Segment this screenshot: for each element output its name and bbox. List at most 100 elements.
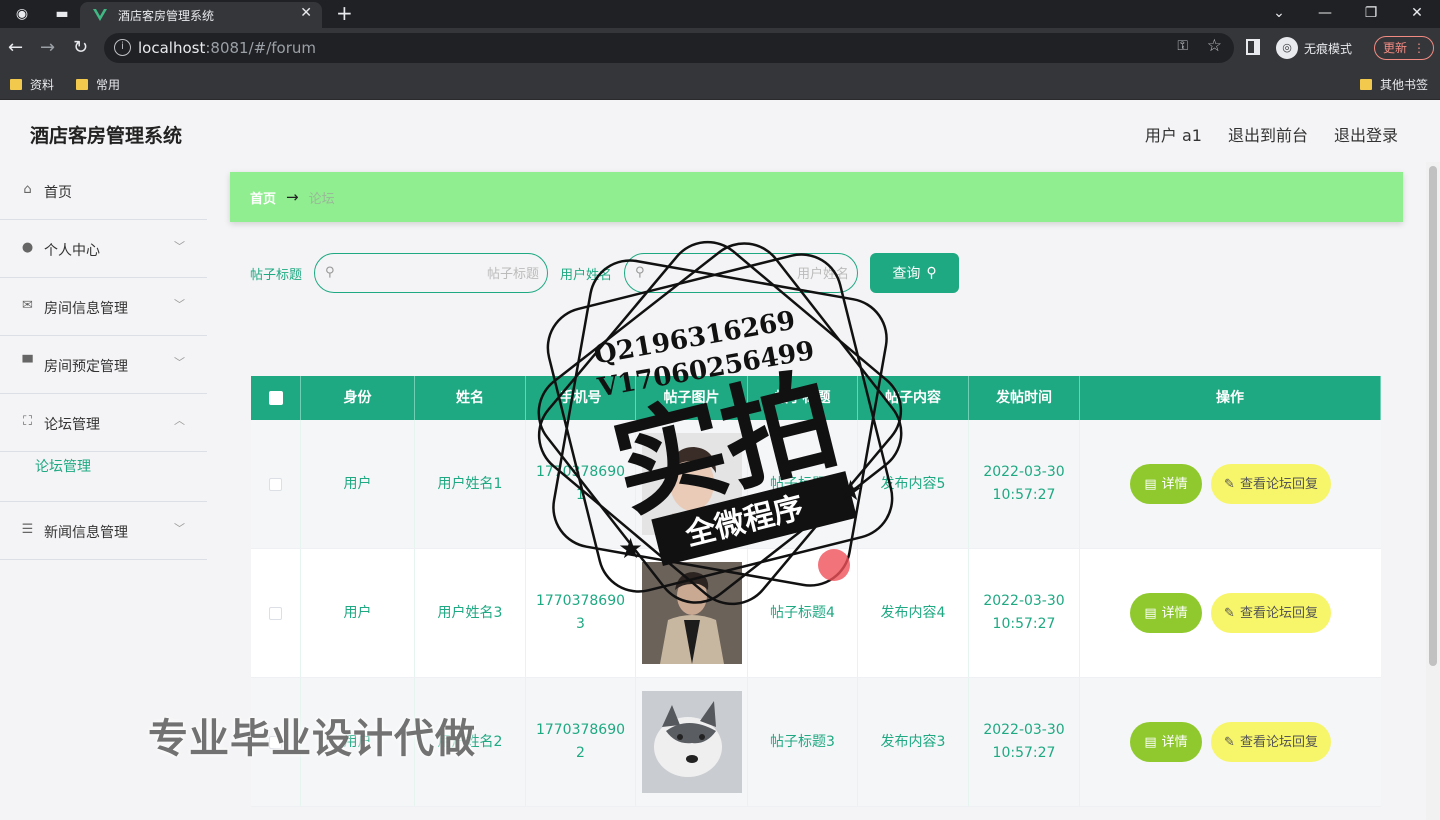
post-photo[interactable] bbox=[641, 691, 742, 793]
breadcrumb-home[interactable]: 首页 bbox=[250, 188, 276, 207]
url-text[interactable]: localhost:8081/#/forum bbox=[138, 39, 316, 57]
key-icon[interactable]: ⚿ bbox=[1177, 38, 1188, 54]
chevron-up-icon: ︿ bbox=[174, 414, 185, 427]
back-to-front-link[interactable]: 退出到前台 bbox=[1228, 122, 1308, 146]
bookmark-folder[interactable]: 常用 bbox=[76, 76, 120, 93]
cell-title: 帖子标题5 bbox=[748, 420, 858, 548]
post-time: 10:57:27 bbox=[992, 616, 1056, 632]
forward-icon[interactable]: → bbox=[40, 37, 55, 58]
cell-title: 帖子标题3 bbox=[748, 678, 858, 806]
logout-link[interactable]: 退出登录 bbox=[1334, 122, 1398, 146]
sidebar-item-label: 论坛管理 bbox=[44, 417, 100, 433]
cell-name: 用户姓名3 bbox=[415, 549, 526, 677]
arrow-right-icon: → bbox=[286, 188, 299, 206]
close-tab-icon[interactable]: ✕ bbox=[300, 5, 312, 21]
folder-icon bbox=[76, 79, 88, 90]
select-all-checkbox[interactable] bbox=[268, 391, 283, 405]
edit-icon: ✎ bbox=[1224, 605, 1235, 621]
cell-image bbox=[636, 420, 748, 548]
chevron-down-icon: ﹀ bbox=[174, 240, 185, 253]
sidebar-item-profile[interactable]: ● 个人中心 ﹀ bbox=[0, 220, 207, 278]
globe-icon[interactable]: ◉ bbox=[12, 4, 32, 24]
breadcrumb: 首页 → 论坛 bbox=[230, 172, 1403, 222]
sidebar-item-label: 新闻信息管理 bbox=[44, 525, 128, 541]
brand-title: 酒店客房管理系统 bbox=[30, 125, 183, 147]
sliders-icon: ☰ bbox=[21, 522, 34, 537]
query-button[interactable]: 查询 ⚲ bbox=[870, 253, 960, 293]
reload-icon[interactable]: ↻ bbox=[73, 37, 88, 58]
document-icon: ▤ bbox=[1144, 605, 1157, 621]
minimize-icon[interactable]: — bbox=[1302, 0, 1348, 28]
sidebar-item-news[interactable]: ☰ 新闻信息管理 ﹀ bbox=[0, 502, 207, 560]
post-photo[interactable] bbox=[641, 433, 742, 535]
detail-button[interactable]: ▤ 详情 bbox=[1130, 464, 1202, 504]
omnibox[interactable]: i localhost:8081/#/forum ⚿ ☆ bbox=[104, 33, 1234, 63]
browser-tab[interactable]: 酒店客房管理系统 ✕ bbox=[80, 2, 322, 28]
post-date: 2022-03-30 bbox=[983, 593, 1065, 609]
back-icon[interactable]: ← bbox=[8, 37, 23, 58]
close-window-icon[interactable]: ✕ bbox=[1394, 0, 1440, 28]
view-reply-button[interactable]: ✎ 查看论坛回复 bbox=[1211, 593, 1331, 633]
message-icon: ✉ bbox=[22, 298, 33, 313]
vue-icon bbox=[93, 9, 107, 21]
tab-search-icon[interactable]: ▬ bbox=[52, 4, 72, 24]
incognito-indicator[interactable]: ◎ 无痕模式 bbox=[1276, 37, 1352, 59]
bookmark-folder[interactable]: 资料 bbox=[10, 76, 54, 93]
cell-image bbox=[636, 678, 748, 806]
search-icon: ⚲ bbox=[635, 265, 645, 280]
sidebar-item-forum[interactable]: ⛶ 论坛管理 ︿ bbox=[0, 394, 207, 452]
row-checkbox[interactable] bbox=[269, 606, 282, 620]
header-links: 用户 a1 退出到前台 退出登录 bbox=[1145, 122, 1398, 146]
chevron-down-icon: ﹀ bbox=[174, 522, 185, 535]
document-icon: ▤ bbox=[1144, 476, 1157, 492]
user-name: 用户 a1 bbox=[1144, 126, 1202, 145]
window-controls: ⌄ — ❐ ✕ bbox=[1256, 0, 1440, 28]
address-toolbar: ← → ↻ i localhost:8081/#/forum ⚿ ☆ ◎ 无痕模… bbox=[0, 28, 1440, 68]
sidebar-item-label: 房间信息管理 bbox=[44, 301, 128, 317]
fullscreen-icon: ⛶ bbox=[22, 414, 33, 429]
header-actions: 操作 bbox=[1080, 376, 1381, 420]
header-phone: 手机号 bbox=[526, 376, 636, 420]
new-tab-icon[interactable]: + bbox=[336, 1, 353, 25]
sidebar-item-room-info[interactable]: ✉ 房间信息管理 ﹀ bbox=[0, 278, 207, 336]
scrollbar-thumb[interactable] bbox=[1429, 166, 1437, 666]
star-icon[interactable]: ☆ bbox=[1207, 36, 1222, 56]
name-search-input[interactable] bbox=[655, 254, 850, 292]
page-scrollbar[interactable] bbox=[1426, 162, 1440, 820]
header-image: 帖子图片 bbox=[636, 376, 748, 420]
detail-button[interactable]: ▤ 详情 bbox=[1130, 593, 1202, 633]
phone-text: 17703786903 bbox=[535, 593, 626, 632]
folder-icon bbox=[1360, 79, 1372, 90]
restore-icon[interactable]: ❐ bbox=[1348, 0, 1394, 28]
cell-time: 2022-03-30 10:57:27 bbox=[969, 420, 1080, 548]
update-button[interactable]: 更新 ⋮ bbox=[1374, 36, 1434, 60]
table-row: 用户 用户姓名1 17703786901 帖子标题5 发布内容5 2022-03… bbox=[251, 420, 1381, 549]
detail-button-label: 详情 bbox=[1161, 476, 1188, 492]
post-photo[interactable] bbox=[641, 562, 742, 664]
chevron-down-icon[interactable]: ⌄ bbox=[1256, 0, 1302, 28]
header-time: 发帖时间 bbox=[969, 376, 1080, 420]
other-bookmarks[interactable]: 其他书签 bbox=[1360, 76, 1428, 93]
sidebar-subitem-label: 论坛管理 bbox=[35, 459, 91, 475]
sidebar-subitem-forum[interactable]: 论坛管理 bbox=[0, 452, 207, 502]
sidebar-item-home[interactable]: ⌂ 首页 bbox=[0, 162, 207, 220]
cell-time: 2022-03-30 10:57:27 bbox=[969, 678, 1080, 806]
title-search-input[interactable] bbox=[345, 254, 540, 292]
bottom-watermark: 专业毕业设计代做 bbox=[148, 716, 476, 762]
menu-dots-icon: ⋮ bbox=[1413, 41, 1425, 55]
sidebar-item-label: 个人中心 bbox=[44, 243, 100, 259]
side-panel-icon[interactable] bbox=[1246, 39, 1260, 55]
view-reply-button[interactable]: ✎ 查看论坛回复 bbox=[1211, 464, 1331, 504]
search-icon: ⚲ bbox=[926, 265, 937, 281]
info-icon[interactable]: i bbox=[114, 39, 131, 56]
phone-text: 17703786902 bbox=[535, 722, 626, 761]
view-reply-label: 查看论坛回复 bbox=[1239, 734, 1318, 750]
view-reply-button[interactable]: ✎ 查看论坛回复 bbox=[1211, 722, 1331, 762]
cell-content: 发布内容4 bbox=[858, 549, 969, 677]
row-checkbox[interactable] bbox=[269, 477, 282, 491]
app-header: 酒店客房管理系统 用户 a1 退出到前台 退出登录 bbox=[0, 100, 1440, 162]
sidebar-item-room-booking[interactable]: ▀ 房间预定管理 ﹀ bbox=[0, 336, 207, 394]
sidebar-item-label: 房间预定管理 bbox=[44, 359, 128, 375]
detail-button[interactable]: ▤ 详情 bbox=[1130, 722, 1202, 762]
bookmark-label: 资料 bbox=[30, 78, 55, 92]
